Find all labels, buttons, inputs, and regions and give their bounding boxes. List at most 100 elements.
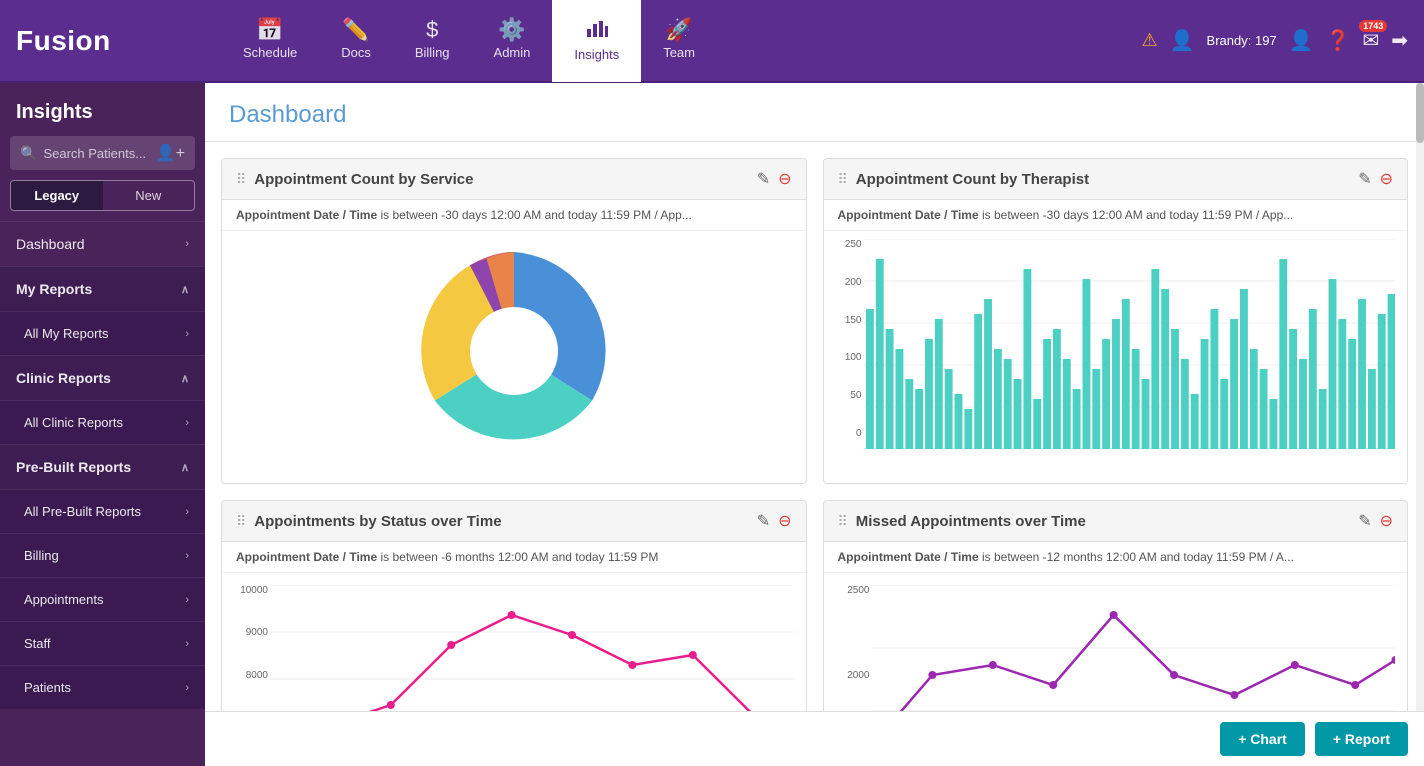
drag-handle-icon[interactable]: ⠿ (236, 171, 246, 188)
sidebar-section-prebuilt-reports[interactable]: Pre-Built Reports ∧ (0, 444, 205, 489)
sidebar-item-all-my-reports[interactable]: All My Reports › (0, 311, 205, 355)
widget-4-edit-icon[interactable]: ✎ (1358, 511, 1371, 531)
widget-4-actions: ✎ ⊖ (1358, 511, 1393, 531)
sidebar: Insights 🔍 👤+ Legacy New Dashboard › My … (0, 83, 205, 766)
widget-2-title: Appointment Count by Therapist (856, 171, 1089, 188)
nav-billing[interactable]: $ Billing (393, 0, 472, 82)
widget-2-body: 250 200 150 100 50 0 (824, 231, 1408, 483)
widget-1-filter-detail: is between -30 days 12:00 AM and today 1… (380, 208, 691, 222)
nav-insights-label: Insights (574, 47, 619, 62)
pie-chart (230, 241, 798, 461)
widget-1-edit-icon[interactable]: ✎ (757, 169, 770, 189)
search-bar[interactable]: 🔍 👤+ (10, 136, 195, 170)
nav-schedule-label: Schedule (243, 45, 297, 60)
widget-3-header: ⠿ Appointments by Status over Time ✎ ⊖ (222, 501, 806, 542)
drag-handle-icon-3[interactable]: ⠿ (236, 513, 246, 530)
sidebar-item-patients[interactable]: Patients › (0, 665, 205, 709)
chevron-right-icon-7: › (185, 638, 189, 650)
y-axis: 250 200 150 100 50 0 (832, 239, 862, 439)
widget-4-title: Missed Appointments over Time (856, 513, 1086, 530)
chevron-right-icon-4: › (185, 506, 189, 518)
widget-1-header: ⠿ Appointment Count by Service ✎ ⊖ (222, 159, 806, 200)
sidebar-item-dashboard[interactable]: Dashboard › (0, 221, 205, 266)
user-profile-icon[interactable]: 👤 (1289, 28, 1314, 53)
sidebar-dashboard-label: Dashboard (16, 236, 85, 252)
user-avatar-icon[interactable]: 👤 (1170, 28, 1195, 53)
widget-appointment-by-therapist: ⠿ Appointment Count by Therapist ✎ ⊖ App… (823, 158, 1409, 484)
sidebar-clinic-reports-label: Clinic Reports (16, 370, 111, 386)
sidebar-my-reports-label: My Reports (16, 281, 92, 297)
alert-icon: ⚠ (1142, 30, 1158, 51)
chevron-right-icon-2: › (185, 328, 189, 340)
nav-right: ⚠ 👤 Brandy: 197 👤 ❓ ✉ 1743 ➡ (1142, 28, 1409, 53)
nav-docs-label: Docs (341, 45, 371, 60)
drag-handle-icon-4[interactable]: ⠿ (838, 513, 848, 530)
content-header: Dashboard (205, 83, 1424, 142)
widget-1-body (222, 231, 806, 471)
widget-1-remove-icon[interactable]: ⊖ (778, 169, 791, 189)
widget-3-edit-icon[interactable]: ✎ (757, 511, 770, 531)
sidebar-section-my-reports[interactable]: My Reports ∧ (0, 266, 205, 311)
sidebar-title: Insights (0, 83, 205, 136)
toggle-legacy[interactable]: Legacy (11, 181, 103, 210)
widget-2-edit-icon[interactable]: ✎ (1358, 169, 1371, 189)
y-label-2500: 2500 (832, 585, 870, 596)
nav-docs[interactable]: ✏️ Docs (319, 0, 393, 82)
sidebar-billing-label: Billing (24, 548, 59, 563)
sidebar-section-clinic-reports[interactable]: Clinic Reports ∧ (0, 355, 205, 400)
notifications-wrapper: ✉ 1743 (1362, 28, 1379, 53)
bar-chart-wrapper: 250 200 150 100 50 0 (832, 239, 1396, 479)
nav-schedule[interactable]: 📅 Schedule (221, 0, 319, 82)
add-patient-icon[interactable]: 👤+ (156, 143, 185, 163)
sidebar-item-all-clinic-reports[interactable]: All Clinic Reports › (0, 400, 205, 444)
user-name: Brandy: 197 (1207, 33, 1277, 48)
scrollbar-thumb[interactable] (1416, 83, 1424, 143)
y-label-200: 200 (832, 277, 862, 288)
toggle-new[interactable]: New (103, 181, 195, 210)
content-area: Dashboard ⠿ Appointment Count by Service… (205, 83, 1424, 766)
search-patients-input[interactable] (43, 146, 149, 161)
sidebar-item-billing[interactable]: Billing › (0, 533, 205, 577)
page-title: Dashboard (229, 101, 1400, 129)
main-layout: Insights 🔍 👤+ Legacy New Dashboard › My … (0, 83, 1424, 766)
widget-1-filter: Appointment Date / Time is between -30 d… (222, 200, 806, 231)
chevron-right-icon: › (185, 238, 189, 250)
widget-4-remove-icon[interactable]: ⊖ (1380, 511, 1393, 531)
drag-handle-icon-2[interactable]: ⠿ (838, 171, 848, 188)
sidebar-patients-label: Patients (24, 680, 71, 695)
sidebar-all-prebuilt-label: All Pre-Built Reports (24, 504, 141, 519)
nav-items: 📅 Schedule ✏️ Docs $ Billing ⚙️ Admin (221, 0, 1142, 82)
nav-admin[interactable]: ⚙️ Admin (472, 0, 553, 82)
nav-insights[interactable]: Insights (552, 0, 641, 82)
scrollbar[interactable] (1416, 83, 1424, 766)
mail-icon[interactable]: ✉ (1362, 30, 1379, 52)
sidebar-item-appointments[interactable]: Appointments › (0, 577, 205, 621)
chevron-up-icon-3: ∧ (181, 461, 189, 474)
add-report-button[interactable]: + Report (1315, 722, 1408, 756)
y-label-10000: 10000 (230, 585, 268, 596)
sidebar-item-staff[interactable]: Staff › (0, 621, 205, 665)
sidebar-item-all-prebuilt[interactable]: All Pre-Built Reports › (0, 489, 205, 533)
y-label-250: 250 (832, 239, 862, 250)
chevron-right-icon-3: › (185, 417, 189, 429)
nav-team[interactable]: 🚀 Team (641, 0, 717, 82)
widget-3-title: Appointments by Status over Time (254, 513, 501, 530)
chevron-up-icon: ∧ (181, 283, 189, 296)
widget-2-remove-icon[interactable]: ⊖ (1380, 169, 1393, 189)
widget-1-title: Appointment Count by Service (254, 171, 473, 188)
help-icon[interactable]: ❓ (1326, 28, 1351, 53)
widget-3-remove-icon[interactable]: ⊖ (778, 511, 791, 531)
nav-billing-label: Billing (415, 45, 450, 60)
widget-3-actions: ✎ ⊖ (757, 511, 792, 531)
widget-4-filter-detail: is between -12 months 12:00 AM and today… (982, 550, 1294, 564)
y-label-50: 50 (832, 390, 862, 401)
logout-icon[interactable]: ➡ (1391, 28, 1408, 53)
widget-4-title-row: ⠿ Missed Appointments over Time (838, 513, 1086, 530)
admin-icon: ⚙️ (498, 19, 525, 41)
widget-2-filter-detail: is between -30 days 12:00 AM and today 1… (982, 208, 1293, 222)
search-icon: 🔍 (20, 145, 37, 162)
sidebar-all-my-reports-label: All My Reports (24, 326, 109, 341)
add-chart-button[interactable]: + Chart (1220, 722, 1305, 756)
pie-chart-svg (404, 241, 624, 461)
chevron-right-icon-6: › (185, 594, 189, 606)
